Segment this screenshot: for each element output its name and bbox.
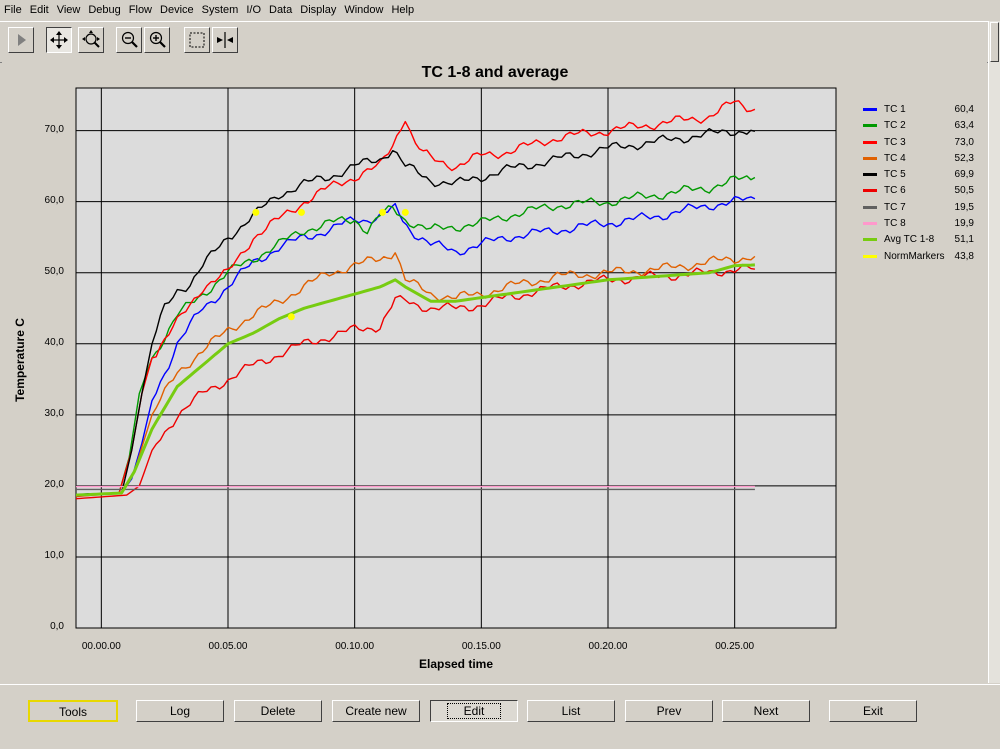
x-tick-label: 00.05.00 — [208, 641, 248, 652]
legend-series-name: Avg TC 1-8 — [884, 234, 935, 246]
legend-entry-avg-tc-1-8[interactable]: Avg TC 1-8 51,1 — [860, 232, 988, 248]
prev-button[interactable]: Prev — [625, 700, 713, 722]
button-label: Next — [753, 704, 779, 718]
legend-series-name: TC 6 — [884, 185, 906, 197]
y-tick-label: 10,0 — [44, 549, 64, 561]
x-tick-label: 00.20.00 — [588, 641, 628, 652]
button-label: Log — [169, 704, 191, 718]
norm-marker-point — [287, 313, 295, 321]
legend-entry-tc-7[interactable]: TC 7 19,5 — [860, 200, 988, 216]
legend-entry-tc-2[interactable]: TC 2 63,4 — [860, 118, 988, 134]
legend-swatch — [863, 124, 877, 128]
x-tick-label: 00.10.00 — [335, 641, 375, 652]
legend-swatch — [863, 238, 877, 242]
legend-series-name: NormMarkers — [884, 250, 945, 262]
x-tick-label: 00.25.00 — [715, 641, 755, 652]
legend-series-name: TC 7 — [884, 201, 906, 213]
exit-button[interactable]: Exit — [829, 700, 917, 722]
button-label: Create new — [345, 704, 407, 718]
legend-swatch — [863, 173, 877, 177]
y-tick-label: 60,0 — [44, 194, 64, 206]
x-tick-label: 00.15.00 — [461, 641, 501, 652]
legend-series-name: TC 3 — [884, 136, 906, 148]
y-axis-label: Temperature C — [13, 318, 27, 402]
legend-entry-tc-6[interactable]: TC 6 50,5 — [860, 183, 988, 199]
y-tick-label: 70,0 — [44, 123, 64, 135]
legend: TC 1 60,4 TC 2 63,4 TC 3 73,0 TC 4 52,3 TC 5 69,9… — [860, 102, 988, 265]
legend-series-value: 69,9 — [954, 169, 974, 181]
legend-series-value: 73,0 — [954, 136, 974, 148]
y-tick-label: 0,0 — [50, 621, 64, 632]
legend-swatch — [863, 156, 877, 160]
legend-entry-tc-4[interactable]: TC 4 52,3 — [860, 151, 988, 167]
legend-series-name: TC 5 — [884, 169, 906, 181]
legend-series-value: 19,5 — [954, 201, 974, 213]
x-tick-label: 00.00.00 — [81, 641, 121, 652]
legend-entry-tc-5[interactable]: TC 5 69,9 — [860, 167, 988, 183]
legend-series-name: TC 4 — [884, 152, 906, 164]
button-label: Prev — [656, 704, 682, 718]
legend-series-value: 60,4 — [954, 104, 974, 115]
legend-series-name: TC 1 — [884, 104, 906, 115]
legend-series-value: 52,3 — [954, 152, 974, 164]
legend-swatch — [863, 189, 877, 193]
legend-entry-tc-8[interactable]: TC 8 19,9 — [860, 216, 988, 232]
legend-swatch — [863, 108, 877, 111]
button-label: Tools — [58, 705, 87, 719]
button-label: Edit — [446, 703, 502, 719]
legend-swatch — [863, 222, 877, 226]
legend-swatch — [863, 254, 877, 258]
legend-entry-tc-1[interactable]: TC 1 60,4 — [860, 102, 988, 118]
y-tick-label: 50,0 — [44, 265, 64, 277]
tools-button[interactable]: Tools — [28, 700, 118, 722]
legend-series-value: 50,5 — [954, 185, 974, 197]
norm-marker-point — [252, 208, 260, 216]
list-button[interactable]: List — [527, 700, 615, 722]
norm-marker-point — [297, 208, 305, 216]
legend-series-value: 51,1 — [954, 234, 974, 246]
norm-marker-point — [401, 208, 409, 216]
button-label: Delete — [260, 704, 296, 718]
button-label: List — [561, 704, 581, 718]
chart-plot[interactable] — [0, 0, 1000, 748]
legend-series-value: 63,4 — [954, 120, 974, 132]
create-new-button[interactable]: Create new — [332, 700, 420, 722]
norm-marker-point — [379, 208, 387, 216]
next-button[interactable]: Next — [722, 700, 810, 722]
legend-entry-normmarkers[interactable]: NormMarkers 43,8 — [860, 249, 988, 265]
legend-series-name: TC 8 — [884, 218, 906, 230]
button-label: Exit — [862, 704, 883, 718]
x-axis-label: Elapsed time — [418, 657, 494, 671]
y-tick-label: 20,0 — [44, 478, 64, 490]
legend-swatch — [863, 140, 877, 144]
legend-entry-tc-3[interactable]: TC 3 73,0 — [860, 135, 988, 151]
delete-button[interactable]: Delete — [234, 700, 322, 722]
plot-area — [75, 87, 837, 629]
y-tick-label: 30,0 — [44, 407, 64, 419]
log-button[interactable]: Log — [136, 700, 224, 722]
legend-series-name: TC 2 — [884, 120, 906, 132]
legend-series-value: 19,9 — [954, 218, 974, 230]
edit-button[interactable]: Edit — [430, 700, 518, 722]
legend-series-value: 43,8 — [954, 250, 974, 262]
legend-swatch — [863, 205, 877, 209]
